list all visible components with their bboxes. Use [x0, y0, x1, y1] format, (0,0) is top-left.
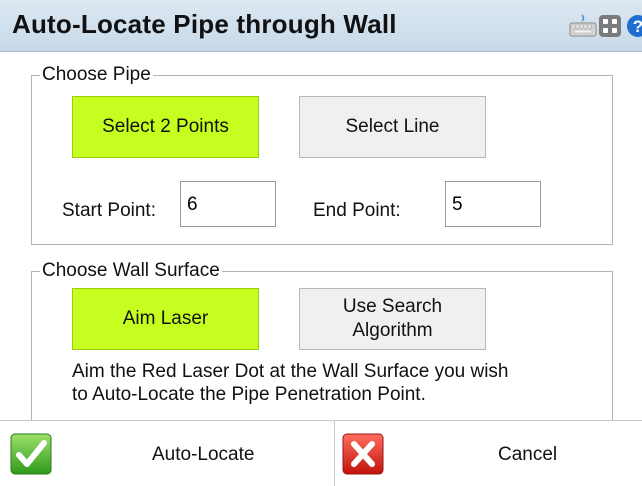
footer-bar: Auto-Locate Cancel — [0, 420, 642, 486]
choose-wall-legend: Choose Wall Surface — [40, 260, 222, 282]
search-label-line1: Use Search — [342, 296, 443, 317]
cancel-label: Cancel — [498, 444, 558, 465]
instruction-line-1: Aim the Red Laser Dot at the Wall Surfac… — [72, 361, 509, 382]
help-icon[interactable]: ? — [626, 14, 642, 38]
aim-laser-label: Aim Laser — [122, 308, 209, 329]
select-line-button[interactable]: Select Line — [299, 96, 486, 158]
auto-locate-button[interactable]: Auto-Locate — [0, 421, 334, 486]
select-2-points-label: Select 2 Points — [102, 116, 229, 137]
title-bar: Auto-Locate Pipe through Wall ? — [0, 0, 642, 52]
keyboard-icon[interactable] — [568, 14, 598, 38]
start-point-label: Start Point: — [62, 200, 156, 221]
svg-text:?: ? — [633, 17, 642, 36]
select-2-points-button[interactable]: Select 2 Points — [72, 96, 259, 158]
end-point-field[interactable] — [445, 181, 541, 227]
wall-instructions: Aim the Red Laser Dot at the Wall Surfac… — [72, 360, 612, 406]
auto-locate-label: Auto-Locate — [152, 444, 255, 465]
choose-pipe-legend: Choose Pipe — [40, 64, 153, 86]
close-icon — [342, 433, 384, 475]
select-line-label: Select Line — [345, 116, 440, 137]
end-point-label: End Point: — [313, 200, 401, 221]
checkmark-icon — [10, 433, 52, 475]
use-search-algorithm-button[interactable]: Use Search Algorithm — [299, 288, 486, 350]
search-label-line2: Algorithm — [352, 320, 433, 341]
start-point-field[interactable] — [180, 181, 276, 227]
cancel-button[interactable]: Cancel — [335, 421, 642, 486]
grid-icon[interactable] — [598, 14, 622, 38]
aim-laser-button[interactable]: Aim Laser — [72, 288, 259, 350]
instruction-line-2: to Auto-Locate the Pipe Penetration Poin… — [72, 384, 426, 405]
window-title: Auto-Locate Pipe through Wall — [12, 9, 397, 39]
